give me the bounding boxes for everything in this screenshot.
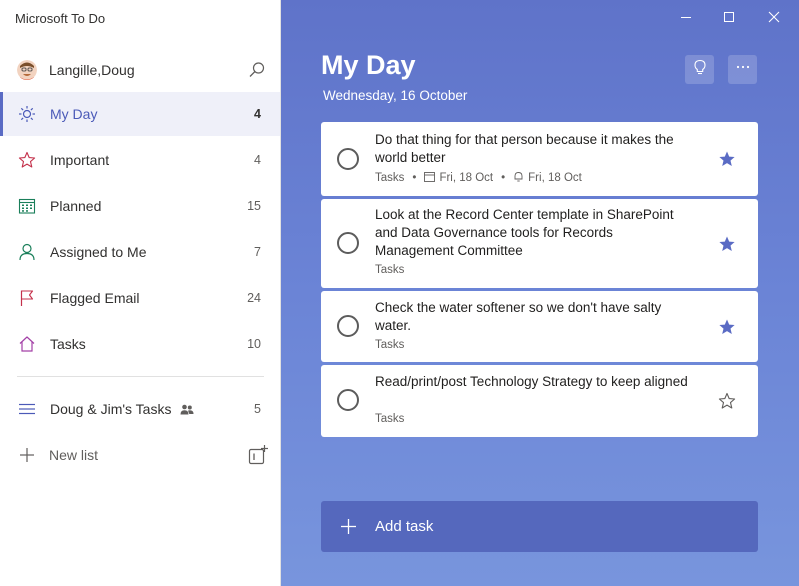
task-complete-checkbox[interactable] — [337, 315, 359, 337]
app-title: Microsoft To Do — [15, 11, 106, 26]
task-meta: Tasks • Fri, 18 Oct • Fri, 18 Oct — [375, 171, 582, 185]
sidebar-item-count: 4 — [254, 153, 261, 167]
task-title: Look at the Record Center template in Sh… — [375, 207, 674, 258]
lightbulb-icon — [692, 59, 708, 80]
star-icon — [18, 151, 36, 169]
task-complete-checkbox[interactable] — [337, 148, 359, 170]
sidebar-item-label: My Day — [50, 106, 98, 122]
sidebar-item-label: Assigned to Me — [50, 244, 147, 260]
plus-icon — [18, 446, 36, 464]
close-icon[interactable] — [764, 8, 784, 26]
task-item[interactable]: Read/print/post Technology Strategy to k… — [321, 365, 758, 437]
star-filled-icon[interactable] — [718, 235, 736, 253]
sidebar-item-label: Flagged Email — [50, 290, 140, 306]
sidebar-item-count: 15 — [247, 199, 261, 213]
page-title: My Day — [321, 50, 416, 80]
task-title: Read/print/post Technology Strategy to k… — [375, 374, 688, 389]
task-complete-checkbox[interactable] — [337, 389, 359, 411]
sidebar-item-tasks[interactable]: Tasks 10 — [0, 322, 280, 366]
task-reminder: Fri, 18 Oct — [528, 172, 582, 184]
task-item[interactable]: Check the water softener so we don't hav… — [321, 291, 758, 362]
sidebar: Microsoft To Do Langille,Doug My Day 4 I… — [0, 0, 281, 586]
sidebar-item-count: 24 — [247, 291, 261, 305]
new-group-icon[interactable] — [247, 444, 269, 466]
add-task-input[interactable]: Add task — [321, 501, 758, 552]
sidebar-item-count: 5 — [254, 402, 261, 416]
new-list-label: New list — [49, 447, 99, 463]
meta-separator: • — [501, 172, 506, 184]
task-complete-checkbox[interactable] — [337, 232, 359, 254]
sidebar-item-planned[interactable]: Planned 15 — [0, 184, 280, 228]
list-icon — [18, 400, 36, 418]
task-due-date: Fri, 18 Oct — [439, 172, 494, 184]
search-icon[interactable] — [248, 61, 266, 79]
add-task-label: Add task — [375, 518, 434, 535]
sun-icon — [18, 105, 36, 123]
sidebar-item-count: 10 — [247, 337, 261, 351]
sidebar-item-important[interactable]: Important 4 — [0, 138, 280, 182]
task-title: Do that thing for that person because it… — [375, 132, 674, 165]
meta-separator: • — [412, 172, 417, 184]
task-list-name: Tasks — [375, 172, 405, 184]
task-meta: Tasks — [375, 264, 404, 276]
star-outline-icon[interactable] — [718, 392, 736, 410]
sidebar-item-count: 4 — [254, 107, 261, 121]
sidebar-item-label: Doug & Jim's Tasks — [50, 401, 172, 417]
flag-icon — [18, 289, 36, 307]
task-list-name: Tasks — [375, 413, 405, 425]
more-options-button[interactable] — [728, 55, 757, 84]
sidebar-list-doug-jims-tasks[interactable]: Doug & Jim's Tasks 5 — [0, 387, 280, 431]
maximize-icon[interactable] — [719, 8, 739, 26]
sidebar-divider — [17, 376, 264, 377]
task-item[interactable]: Look at the Record Center template in Sh… — [321, 199, 758, 288]
sidebar-item-label: Tasks — [50, 336, 86, 352]
home-icon — [18, 335, 36, 353]
reminder-bell-icon — [513, 171, 528, 185]
star-filled-icon[interactable] — [718, 318, 736, 336]
task-item[interactable]: Do that thing for that person because it… — [321, 122, 758, 196]
user-profile[interactable]: Langille,Doug — [0, 52, 281, 88]
ellipsis-icon — [735, 59, 751, 80]
sidebar-item-assigned-to-me[interactable]: Assigned to Me 7 — [0, 230, 280, 274]
sidebar-item-label: Important — [50, 152, 110, 168]
suggestions-button[interactable] — [685, 55, 714, 84]
task-meta: Tasks — [375, 339, 404, 351]
star-filled-icon[interactable] — [718, 150, 736, 168]
task-list-name: Tasks — [375, 264, 405, 276]
sidebar-item-label: Planned — [50, 198, 102, 214]
plus-icon — [340, 518, 357, 535]
task-list-name: Tasks — [375, 339, 405, 351]
task-title: Check the water softener so we don't hav… — [375, 300, 662, 333]
task-meta: Tasks — [375, 413, 404, 425]
new-list-button[interactable]: New list — [0, 433, 280, 477]
due-date-calendar-icon — [424, 171, 439, 185]
avatar[interactable] — [17, 60, 37, 80]
minimize-icon[interactable] — [676, 8, 696, 26]
shared-people-icon — [180, 402, 194, 416]
user-name: Langille,Doug — [49, 62, 135, 78]
page-date: Wednesday, 16 October — [323, 88, 468, 103]
sidebar-item-my-day[interactable]: My Day 4 — [0, 92, 280, 136]
calendar-icon — [18, 197, 36, 215]
person-icon — [18, 243, 36, 261]
sidebar-item-flagged-email[interactable]: Flagged Email 24 — [0, 276, 280, 320]
sidebar-item-count: 7 — [254, 245, 261, 259]
main-panel: My Day Wednesday, 16 October Do that thi… — [281, 0, 799, 586]
